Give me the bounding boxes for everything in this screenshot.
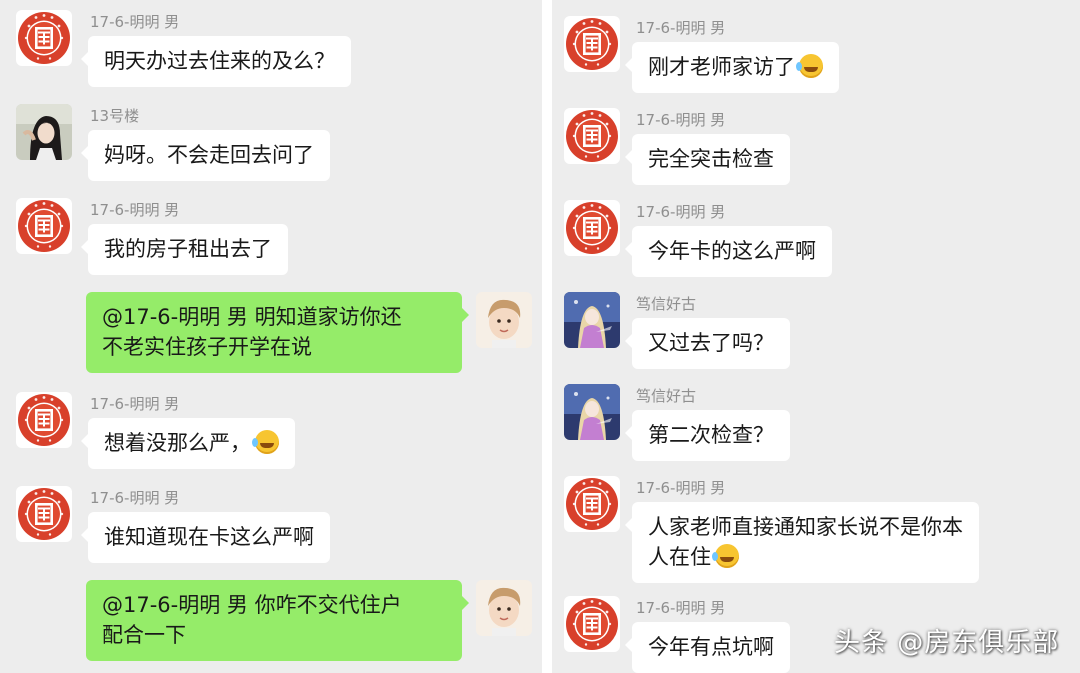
message-bubble[interactable]: 今年卡的这么严啊	[625, 226, 832, 277]
message-text-line: 配合一下	[102, 623, 186, 647]
logo-avatar[interactable]	[564, 108, 620, 164]
message-text: 我的房子租出去了	[104, 237, 272, 261]
child-avatar[interactable]	[476, 580, 532, 636]
message-text: 人在住	[648, 545, 711, 569]
message-bubble[interactable]: 人家老师直接通知家长说不是你本 人在住	[625, 502, 979, 583]
laugh-cry-emoji-icon	[252, 430, 279, 454]
message-bubble[interactable]: @17-6-明明 男 明知道家访你还 不老实住孩子开学在说	[86, 292, 469, 373]
sender-name: 17-6-明明 男	[90, 13, 180, 31]
sender-name: 17-6-明明 男	[636, 479, 726, 497]
message-text: 想着没那么严，	[104, 431, 251, 455]
message-text: 今年有点坑啊	[648, 635, 774, 659]
laugh-cry-emoji-icon	[712, 544, 739, 568]
logo-avatar[interactable]	[16, 486, 72, 542]
child-avatar[interactable]	[476, 292, 532, 348]
sender-name: 17-6-明明 男	[90, 489, 180, 507]
chat-screenshot-left: 17-6-明明 男 明天办过去住来的及么？ 13号楼 妈呀。不会走回去问了 17…	[0, 0, 542, 673]
logo-avatar[interactable]	[16, 10, 72, 66]
message-text: 第二次检查？	[648, 423, 774, 447]
message-text-line: @17-6-明明 男 明知道家访你还	[102, 305, 402, 329]
logo-avatar[interactable]	[16, 198, 72, 254]
message-bubble[interactable]: 妈呀。不会走回去问了	[81, 130, 330, 181]
sender-name: 17-6-明明 男	[636, 111, 726, 129]
sender-name: 笃信好古	[636, 387, 697, 405]
message-bubble[interactable]: 完全突击检查	[625, 134, 790, 185]
message-bubble[interactable]: @17-6-明明 男 你咋不交代住户 配合一下	[86, 580, 469, 661]
logo-avatar[interactable]	[564, 596, 620, 652]
laugh-cry-emoji-icon	[796, 54, 823, 78]
message-text: 完全突击检查	[648, 147, 774, 171]
message-text-line: @17-6-明明 男 你咋不交代住户	[102, 593, 402, 617]
sender-name: 17-6-明明 男	[90, 395, 180, 413]
message-text-line: 人家老师直接通知家长说不是你本	[648, 515, 963, 539]
logo-avatar[interactable]	[564, 16, 620, 72]
anime-girl-avatar[interactable]	[564, 384, 620, 440]
logo-avatar[interactable]	[564, 200, 620, 256]
message-bubble[interactable]: 想着没那么严，	[81, 418, 295, 469]
sender-name: 17-6-明明 男	[636, 203, 726, 221]
chat-screenshot-right: 17-6-明明 男 刚才老师家访了 17-6-明明 男 完全突击检查 17-6-…	[552, 0, 1080, 673]
message-text: 谁知道现在卡这么严啊	[104, 525, 314, 549]
watermark-text: 头条 @房东俱乐部	[834, 628, 1060, 658]
sender-name: 13号楼	[90, 107, 140, 125]
message-bubble[interactable]: 明天办过去住来的及么？	[81, 36, 351, 87]
message-bubble[interactable]: 我的房子租出去了	[81, 224, 288, 275]
anime-girl-avatar[interactable]	[564, 292, 620, 348]
sender-name: 17-6-明明 男	[90, 201, 180, 219]
message-text: 刚才老师家访了	[648, 55, 795, 79]
message-text: 又过去了吗？	[648, 331, 774, 355]
woman-avatar[interactable]	[16, 104, 72, 160]
logo-avatar[interactable]	[16, 392, 72, 448]
logo-avatar[interactable]	[564, 476, 620, 532]
message-bubble[interactable]: 又过去了吗？	[625, 318, 790, 369]
sender-name: 笃信好古	[636, 295, 697, 313]
message-bubble[interactable]: 谁知道现在卡这么严啊	[81, 512, 330, 563]
message-bubble[interactable]: 今年有点坑啊	[625, 622, 790, 673]
message-text: 妈呀。不会走回去问了	[104, 143, 314, 167]
message-bubble[interactable]: 刚才老师家访了	[625, 42, 839, 93]
message-text-line: 人在住	[648, 542, 963, 572]
message-text: 今年卡的这么严啊	[648, 239, 816, 263]
message-bubble[interactable]: 第二次检查？	[625, 410, 790, 461]
message-text-line: 不老实住孩子开学在说	[102, 335, 312, 359]
sender-name: 17-6-明明 男	[636, 599, 726, 617]
sender-name: 17-6-明明 男	[636, 19, 726, 37]
message-text: 明天办过去住来的及么？	[104, 49, 335, 73]
